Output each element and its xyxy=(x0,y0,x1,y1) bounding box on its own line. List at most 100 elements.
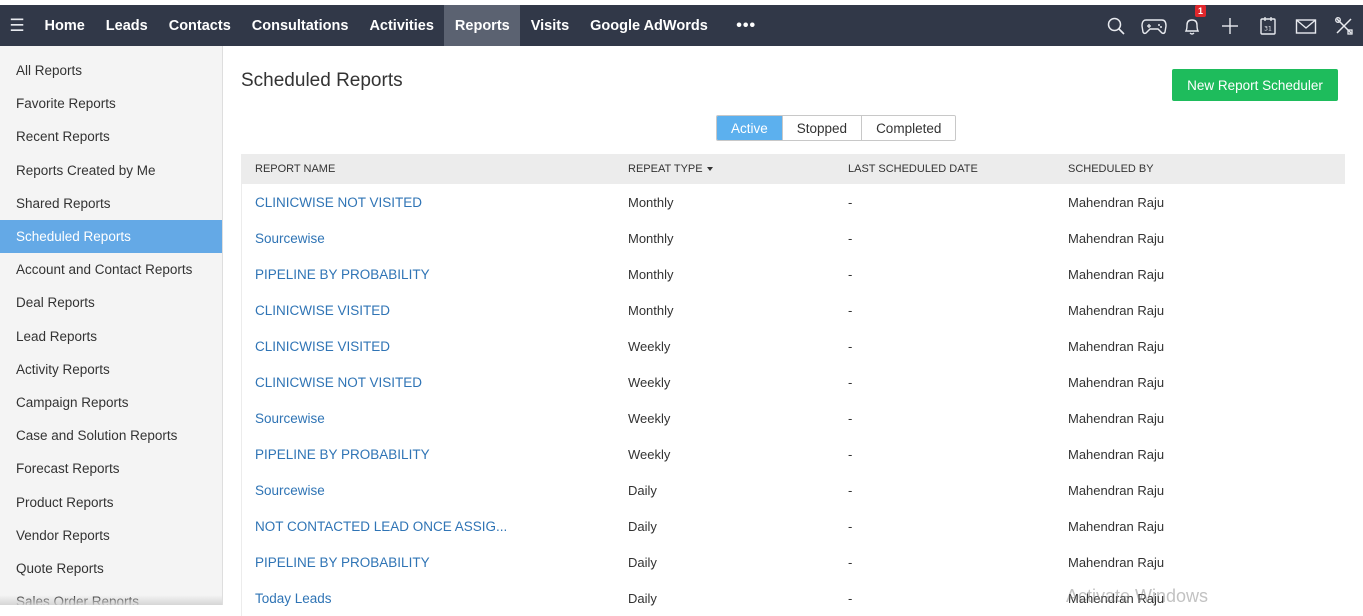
status-tabs: Active Stopped Completed xyxy=(716,115,957,141)
last-scheduled-date-cell: - xyxy=(848,554,853,570)
report-name-link[interactable]: Today Leads xyxy=(242,591,615,606)
sidebar-item-case-and-solution-reports[interactable]: Case and Solution Reports xyxy=(0,419,222,452)
table-row: CLINICWISE NOT VISITED Weekly - Mahendran R… xyxy=(242,364,1345,400)
nav-tab-home[interactable]: Home xyxy=(34,5,95,46)
column-header-scheduled-by[interactable]: SCHEDULED BY xyxy=(1055,163,1335,175)
report-name-link[interactable]: CLINICWISE VISITED xyxy=(242,303,615,318)
nav-tab-leads[interactable]: Leads xyxy=(95,5,158,46)
sidebar-item-label: Reports Created by Me xyxy=(16,162,156,178)
nav-tab-google-adwords[interactable]: Google AdWords xyxy=(580,5,719,46)
sidebar-item-campaign-reports[interactable]: Campaign Reports xyxy=(0,386,222,419)
report-name-link[interactable]: NOT CONTACTED LEAD ONCE ASSIG... xyxy=(242,519,615,534)
sidebar-item-label: Campaign Reports xyxy=(16,394,129,410)
table-row: CLINICWISE NOT VISITED Monthly - Mahendran … xyxy=(242,184,1345,220)
gamepad-icon[interactable] xyxy=(1135,5,1173,46)
sidebar-item-label: Quote Reports xyxy=(16,560,104,576)
sidebar-item-vendor-reports[interactable]: Vendor Reports xyxy=(0,519,222,552)
tab-active[interactable]: Active xyxy=(717,116,782,140)
column-header-last-scheduled-date[interactable]: LAST SCHEDULED DATE xyxy=(835,163,1055,175)
sidebar-item-product-reports[interactable]: Product Reports xyxy=(0,485,222,518)
table-row: PIPELINE BY PROBABILITY Daily - Mahendran R… xyxy=(242,544,1345,580)
sidebar-item-label: Favorite Reports xyxy=(16,96,116,112)
mail-icon[interactable] xyxy=(1287,5,1325,46)
column-header-repeat-type[interactable]: REPEAT TYPE xyxy=(615,163,835,175)
last-scheduled-date-cell: - xyxy=(848,194,853,210)
column-header-report-name[interactable]: REPORT NAME xyxy=(242,163,615,175)
scheduled-by-cell: Mahendran Raju xyxy=(1068,194,1165,210)
report-name-link[interactable]: PIPELINE BY PROBABILITY xyxy=(242,555,615,570)
report-name-link[interactable]: CLINICWISE VISITED xyxy=(242,339,615,354)
repeat-type-cell: Weekly xyxy=(628,374,671,390)
sidebar-item-reports-created-by-me[interactable]: Reports Created by Me xyxy=(0,154,222,187)
sidebar-item-all-reports[interactable]: All Reports xyxy=(0,54,222,87)
sidebar-item-scheduled-reports[interactable]: Scheduled Reports xyxy=(0,219,222,254)
table-body: CLINICWISE NOT VISITED Monthly - Mahendran … xyxy=(242,184,1345,616)
more-tabs-button[interactable]: ••• xyxy=(718,5,774,46)
last-scheduled-date-cell: - xyxy=(848,590,853,606)
windows-watermark: Activate Windows xyxy=(1066,586,1209,606)
table-row: CLINICWISE VISITED Monthly - Mahendran Raju xyxy=(242,292,1345,328)
nav-tab-consultations[interactable]: Consultations xyxy=(241,5,359,46)
sort-desc-icon xyxy=(706,167,713,172)
new-report-scheduler-button[interactable]: New Report Scheduler xyxy=(1172,69,1338,101)
calendar-icon[interactable]: 31 xyxy=(1249,5,1287,46)
nav-tab-activities[interactable]: Activities xyxy=(359,5,444,46)
tools-icon[interactable] xyxy=(1325,5,1363,46)
nav-tab-reports[interactable]: Reports xyxy=(444,5,521,46)
report-name-link[interactable]: CLINICWISE NOT VISITED xyxy=(242,195,615,210)
sidebar-item-label: Activity Reports xyxy=(16,361,110,377)
nav-tab-visits[interactable]: Visits xyxy=(520,5,579,46)
table-row: PIPELINE BY PROBABILITY Weekly - Mahendran … xyxy=(242,436,1345,472)
sidebar-item-label: Lead Reports xyxy=(16,328,98,344)
plus-icon[interactable] xyxy=(1211,5,1249,46)
sidebar-item-label: Forecast Reports xyxy=(16,461,120,477)
bell-icon[interactable]: 1 xyxy=(1173,5,1211,46)
repeat-type-cell: Monthly xyxy=(628,302,674,318)
last-scheduled-date-cell: - xyxy=(848,482,853,498)
sidebar-item-favorite-reports[interactable]: Favorite Reports xyxy=(0,87,222,120)
sidebar-item-account-and-contact-reports[interactable]: Account and Contact Reports xyxy=(0,253,222,286)
scheduled-by-cell: Mahendran Raju xyxy=(1068,266,1165,282)
last-scheduled-date-cell: - xyxy=(848,302,853,318)
sidebar-item-shared-reports[interactable]: Shared Reports xyxy=(0,187,222,220)
sidebar-item-label: Shared Reports xyxy=(16,195,111,211)
sidebar-item-quote-reports[interactable]: Quote Reports xyxy=(0,552,222,585)
repeat-type-cell: Monthly xyxy=(628,230,674,246)
table-header: REPORT NAME REPEAT TYPE LAST SCHEDULED D… xyxy=(242,154,1345,184)
nav-items: Home Leads Contacts Consultations Activities… xyxy=(34,5,718,46)
report-name-link[interactable]: Sourcewise xyxy=(242,231,615,246)
sidebar-item-label: Account and Contact Reports xyxy=(16,262,193,278)
hamburger-menu-icon[interactable]: ☰ xyxy=(0,5,34,46)
sidebar-scroll-fade xyxy=(0,595,222,605)
last-scheduled-date-cell: - xyxy=(848,338,853,354)
scheduled-by-cell: Mahendran Raju xyxy=(1068,230,1165,246)
table-row: Sourcewise Monthly - Mahendran Raju xyxy=(242,220,1345,256)
report-name-link[interactable]: PIPELINE BY PROBABILITY xyxy=(242,267,615,282)
page-title: Scheduled Reports xyxy=(241,70,403,91)
search-icon[interactable] xyxy=(1097,5,1135,46)
report-name-link[interactable]: Sourcewise xyxy=(242,411,615,426)
table-row: NOT CONTACTED LEAD ONCE ASSIG... Daily - Ma… xyxy=(242,508,1345,544)
repeat-type-cell: Daily xyxy=(628,590,657,606)
sidebar-item-recent-reports[interactable]: Recent Reports xyxy=(0,120,222,153)
sidebar-item-deal-reports[interactable]: Deal Reports xyxy=(0,286,222,319)
scheduled-by-cell: Mahendran Raju xyxy=(1068,554,1165,570)
repeat-type-cell: Weekly xyxy=(628,410,671,426)
scheduled-by-cell: Mahendran Raju xyxy=(1068,518,1165,534)
svg-text:31: 31 xyxy=(1264,25,1272,32)
tab-completed[interactable]: Completed xyxy=(861,116,956,140)
report-name-link[interactable]: Sourcewise xyxy=(242,483,615,498)
scheduled-by-cell: Mahendran Raju xyxy=(1068,338,1165,354)
tab-stopped[interactable]: Stopped xyxy=(781,116,862,140)
main-content: Scheduled Reports New Report Scheduler A… xyxy=(223,46,1363,616)
repeat-type-cell: Weekly xyxy=(628,338,671,354)
report-name-link[interactable]: CLINICWISE NOT VISITED xyxy=(242,375,615,390)
last-scheduled-date-cell: - xyxy=(848,446,853,462)
top-navigation-bar: ☰ Home Leads Contacts Consultations Activiti… xyxy=(0,5,1363,46)
sidebar-item-forecast-reports[interactable]: Forecast Reports xyxy=(0,452,222,485)
sidebar-item-activity-reports[interactable]: Activity Reports xyxy=(0,353,222,386)
nav-tab-contacts[interactable]: Contacts xyxy=(158,5,241,46)
sidebar-item-lead-reports[interactable]: Lead Reports xyxy=(0,320,222,353)
sidebar-item-label: All Reports xyxy=(16,63,83,79)
report-name-link[interactable]: PIPELINE BY PROBABILITY xyxy=(242,447,615,462)
